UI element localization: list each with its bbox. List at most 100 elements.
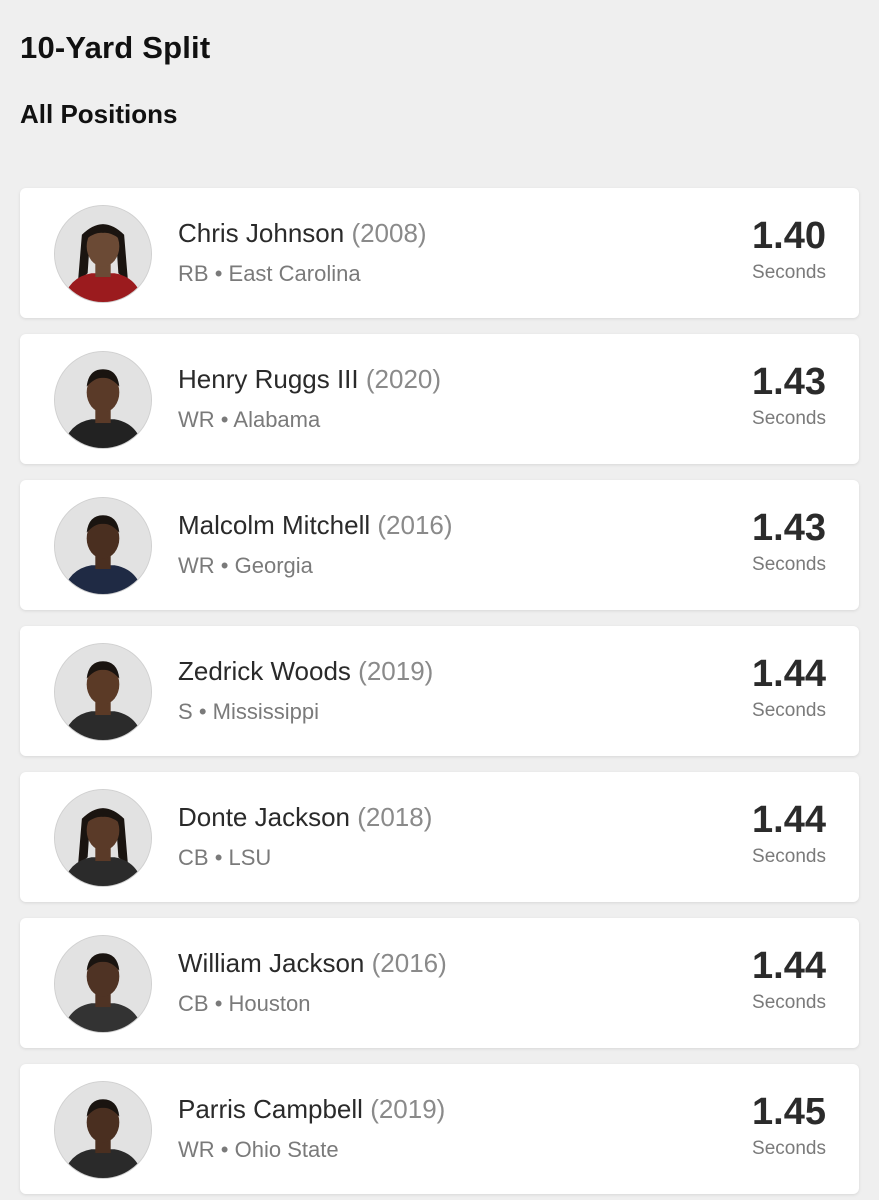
player-meta: WR • Georgia [178,553,453,579]
page-title: 10-Yard Split [20,30,211,65]
player-card[interactable]: Malcolm Mitchell (2016) WR • Georgia 1.4… [20,480,859,610]
player-name-line: Donte Jackson (2018) [178,802,432,833]
split-unit: Seconds [752,554,826,575]
separator-dot: • [214,845,223,870]
split-stat: 1.44 Seconds [752,652,826,722]
player-position: WR [178,407,215,432]
player-name: Zedrick Woods [178,656,351,686]
headshot-silhouette [55,790,151,886]
player-name: Henry Ruggs III [178,364,359,394]
player-headshot [54,643,152,741]
separator-dot: • [214,261,223,286]
page: 10-Yard Split All Positions Chris Johnso… [0,0,879,1200]
player-meta: WR • Ohio State [178,1137,445,1163]
headshot-silhouette [55,206,151,302]
split-stat: 1.44 Seconds [752,798,826,868]
split-unit: Seconds [752,1138,826,1159]
separator-dot: • [214,991,223,1016]
draft-year: (2019) [370,1094,446,1124]
player-headshot [54,1081,152,1179]
headshot-silhouette [55,498,151,594]
draft-year: (2016) [377,510,453,540]
player-school: LSU [228,845,272,870]
split-time: 1.44 [752,653,826,695]
player-meta: CB • Houston [178,991,447,1017]
split-time: 1.40 [752,215,826,257]
player-headshot [54,497,152,595]
split-stat: 1.40 Seconds [752,214,826,284]
player-info: Zedrick Woods (2019) S • Mississippi [178,656,433,725]
player-card[interactable]: Donte Jackson (2018) CB • LSU 1.44 Secon… [20,772,859,902]
player-school: Ohio State [234,1137,339,1162]
player-info: Chris Johnson (2008) RB • East Carolina [178,218,427,287]
headshot-silhouette [55,352,151,448]
player-name: Malcolm Mitchell [178,510,371,540]
split-unit: Seconds [752,408,826,429]
player-card[interactable]: William Jackson (2016) CB • Houston 1.44… [20,918,859,1048]
player-name-line: Henry Ruggs III (2020) [178,364,441,395]
player-headshot [54,205,152,303]
player-card[interactable]: Henry Ruggs III (2020) WR • Alabama 1.43… [20,334,859,464]
split-unit: Seconds [752,700,826,721]
draft-year: (2020) [365,364,442,394]
player-position: WR [178,553,215,578]
split-time: 1.45 [752,1091,826,1133]
headshot-silhouette [55,1082,151,1178]
player-name-line: Chris Johnson (2008) [178,218,427,249]
separator-dot: • [220,1137,229,1162]
split-unit: Seconds [752,992,826,1013]
player-headshot [54,935,152,1033]
headshot-silhouette [55,644,151,740]
split-time: 1.43 [752,361,826,403]
player-position: S [178,699,193,724]
separator-dot: • [220,407,229,432]
player-meta: S • Mississippi [178,699,433,725]
draft-year: (2008) [351,218,427,248]
player-list: Chris Johnson (2008) RB • East Carolina … [20,188,859,1200]
player-info: Donte Jackson (2018) CB • LSU [178,802,432,871]
headshot-silhouette [55,936,151,1032]
player-name: Chris Johnson [178,218,345,248]
separator-dot: • [198,699,207,724]
split-stat: 1.44 Seconds [752,944,826,1014]
player-meta: CB • LSU [178,845,432,871]
split-stat: 1.43 Seconds [752,360,826,430]
position-filter-label: All Positions [20,99,178,129]
player-info: William Jackson (2016) CB • Houston [178,948,447,1017]
player-card[interactable]: Zedrick Woods (2019) S • Mississippi 1.4… [20,626,859,756]
player-info: Henry Ruggs III (2020) WR • Alabama [178,364,441,433]
player-name-line: William Jackson (2016) [178,948,447,979]
split-unit: Seconds [752,262,826,283]
split-unit: Seconds [752,846,826,867]
split-time: 1.44 [752,945,826,987]
player-position: RB [178,261,209,286]
player-school: Mississippi [212,699,319,724]
player-name: William Jackson [178,948,365,978]
player-name: Donte Jackson [178,802,350,832]
player-card[interactable]: Parris Campbell (2019) WR • Ohio State 1… [20,1064,859,1194]
split-time: 1.44 [752,799,826,841]
player-meta: RB • East Carolina [178,261,427,287]
draft-year: (2019) [358,656,434,686]
split-stat: 1.45 Seconds [752,1090,826,1160]
player-name-line: Malcolm Mitchell (2016) [178,510,453,541]
player-headshot [54,351,152,449]
player-position: CB [178,991,209,1016]
player-school: Houston [228,991,311,1016]
separator-dot: • [220,553,229,578]
player-name-line: Parris Campbell (2019) [178,1094,445,1125]
player-name-line: Zedrick Woods (2019) [178,656,433,687]
player-name: Parris Campbell [178,1094,363,1124]
draft-year: (2018) [357,802,433,832]
split-stat: 1.43 Seconds [752,506,826,576]
player-school: Alabama [233,407,321,432]
player-position: CB [178,845,209,870]
player-meta: WR • Alabama [178,407,441,433]
player-info: Parris Campbell (2019) WR • Ohio State [178,1094,445,1163]
player-headshot [54,789,152,887]
player-school: East Carolina [228,261,361,286]
player-position: WR [178,1137,215,1162]
player-card[interactable]: Chris Johnson (2008) RB • East Carolina … [20,188,859,318]
player-info: Malcolm Mitchell (2016) WR • Georgia [178,510,453,579]
draft-year: (2016) [371,948,447,978]
